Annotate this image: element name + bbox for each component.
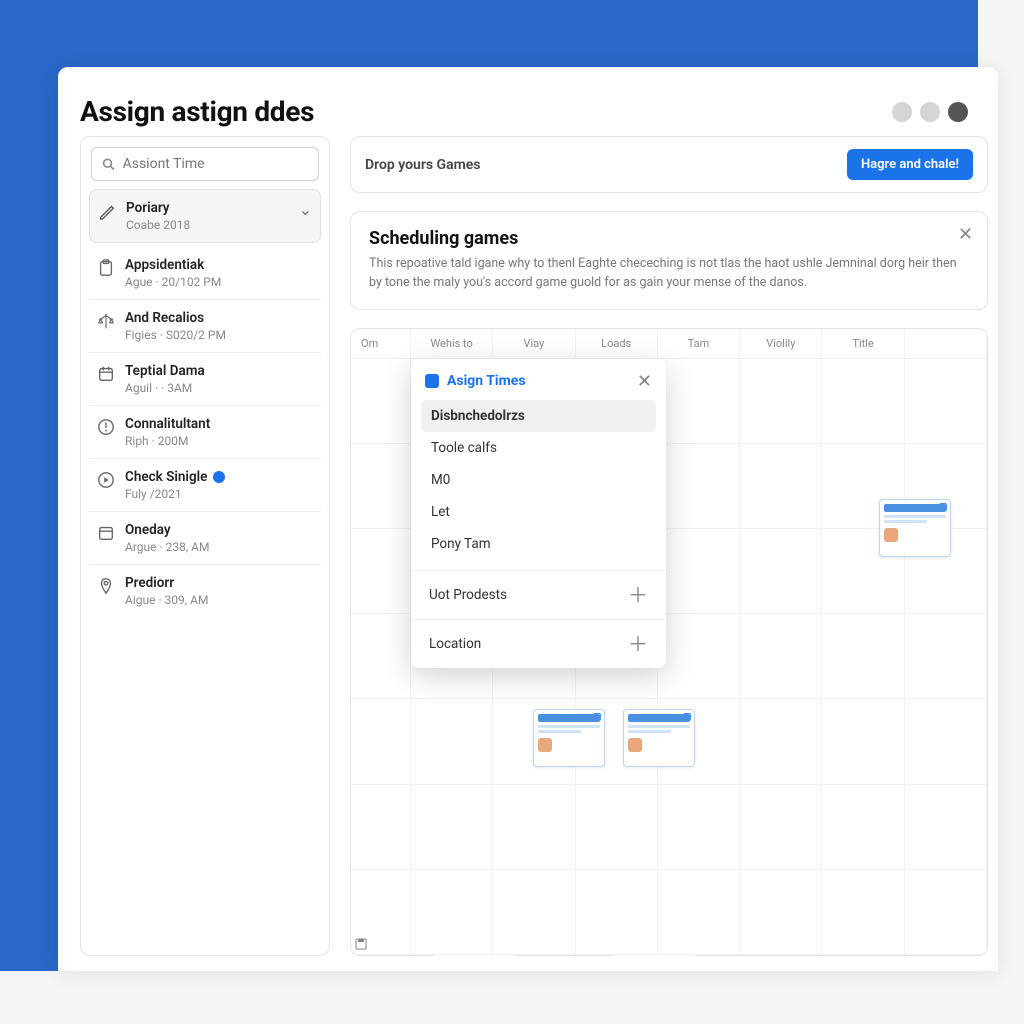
column-extension [613, 955, 696, 956]
cal-head-cell [905, 329, 987, 359]
sidebar-item-label: And Recalios [125, 310, 313, 326]
sidebar-item-sub: Riph · 200M [125, 434, 313, 448]
info-body: This repoative tald igane why to thenl E… [369, 255, 969, 293]
info-title: Scheduling games [369, 228, 969, 249]
alert-circle-icon [97, 418, 115, 436]
cal-head-cell: Loads [576, 329, 658, 359]
avatar-icon [884, 528, 898, 542]
topbar: Drop yours Games Hagre and chale! [350, 136, 988, 193]
close-icon[interactable]: ✕ [958, 226, 973, 244]
sidebar-item-recalios[interactable]: And Recalios Figies · S020/2 PM [89, 300, 321, 353]
sidebar-item-label: Prediorr [125, 575, 313, 591]
sidebar-item-sub: Aguil · · 3AM [125, 381, 313, 395]
sidebar-item-check[interactable]: Check Sinigle Fuly /2021 [89, 459, 321, 512]
sidebar-item-sub: Fuly /2021 [125, 487, 313, 501]
sidebar-item-sub: Coabe 2018 [126, 218, 289, 232]
square-icon [425, 374, 439, 388]
clipboard-icon [97, 259, 115, 277]
sidebar-item-connali[interactable]: Connalitultant Riph · 200M [89, 406, 321, 459]
save-icon [355, 938, 367, 950]
balance-icon [97, 312, 115, 330]
popup-option[interactable]: Let [421, 496, 656, 528]
pin-icon [97, 577, 115, 595]
app-window: Assign astign ddes Poriary Coabe 2018 ⌄ [58, 67, 998, 971]
column-extension [433, 955, 515, 956]
sidebar-item-label: Teptial Dama [125, 363, 313, 379]
cal-head-cell: Title [822, 329, 904, 359]
popup-row-label: Uot Prodests [429, 587, 507, 603]
sidebar-item-label: Oneday [125, 522, 313, 538]
calendar-icon [97, 365, 115, 383]
search-icon [102, 157, 115, 171]
search-input-wrap[interactable] [91, 147, 319, 181]
popup-row-label: Location [429, 636, 481, 652]
sidebar-item-teptial[interactable]: Teptial Dama Aguil · · 3AM [89, 353, 321, 406]
sidebar-item-poriary[interactable]: Poriary Coabe 2018 ⌄ [89, 189, 321, 243]
sidebar: Poriary Coabe 2018 ⌄ Appsidentiak Ague ·… [80, 136, 330, 956]
search-input[interactable] [123, 156, 308, 172]
popup-option[interactable]: Toole calfs [421, 432, 656, 464]
primary-action-button[interactable]: Hagre and chale! [847, 149, 973, 180]
sidebar-item-appsidentiak[interactable]: Appsidentiak Ague · 20/102 PM [89, 247, 321, 300]
header-dot-icon[interactable] [892, 102, 912, 122]
event-card[interactable] [879, 499, 951, 557]
header-icons [892, 102, 968, 122]
sidebar-item-sub: Argue · 238, AM [125, 540, 313, 554]
close-icon[interactable]: ✕ [637, 371, 652, 392]
avatar-icon [628, 738, 642, 752]
sidebar-item-label: Check Sinigle [125, 469, 313, 485]
cal-head-cell: Om [351, 329, 411, 359]
popup-option[interactable]: Disbnchedolrzs [421, 400, 656, 432]
chevron-down-icon: ⌄ [299, 200, 312, 219]
cal-head-cell: Violily [740, 329, 822, 359]
calendar-icon [97, 524, 115, 542]
assign-popup: Asign Times ✕ Disbnchedolrzs Toole calfs… [411, 359, 666, 668]
popup-title: Asign Times [425, 373, 526, 389]
play-circle-icon [97, 471, 115, 489]
calendar-header: Om Wehis to Viay Loads Tam Violily Title [351, 329, 987, 359]
popup-option[interactable]: Pony Tam [421, 528, 656, 560]
sidebar-item-sub: Figies · S020/2 PM [125, 328, 313, 342]
page-title: Assign astign ddes [80, 95, 314, 128]
sidebar-item-label: Poriary [126, 200, 289, 216]
cal-head-cell: Viay [493, 329, 575, 359]
header: Assign astign ddes [58, 67, 998, 136]
topbar-title: Drop yours Games [365, 157, 481, 173]
event-card[interactable] [623, 709, 695, 767]
sidebar-item-oneday[interactable]: Oneday Argue · 238, AM [89, 512, 321, 565]
cal-head-cell: Wehis to [411, 329, 493, 359]
sidebar-item-label: Connalitultant [125, 416, 313, 432]
sidebar-item-predior[interactable]: Prediorr Aigue · 309, AM [89, 565, 321, 617]
badge-icon [213, 471, 225, 483]
main: Drop yours Games Hagre and chale! Schedu… [350, 136, 988, 956]
plus-icon[interactable]: ＋ [628, 634, 648, 654]
popup-row-location[interactable]: Location ＋ [411, 620, 666, 668]
popup-option[interactable]: M0 [421, 464, 656, 496]
cal-head-cell: Tam [658, 329, 740, 359]
plus-icon[interactable]: ＋ [628, 585, 648, 605]
sidebar-item-sub: Ague · 20/102 PM [125, 275, 313, 289]
info-card: Scheduling games This repoative tald iga… [350, 211, 988, 310]
avatar-icon [538, 738, 552, 752]
sidebar-item-sub: Aigue · 309, AM [125, 593, 313, 607]
sidebar-item-label: Appsidentiak [125, 257, 313, 273]
avatar-icon[interactable] [948, 102, 968, 122]
header-dot-icon[interactable] [920, 102, 940, 122]
event-card[interactable] [533, 709, 605, 767]
popup-row-prodests[interactable]: Uot Prodests ＋ [411, 571, 666, 620]
calendar: Om Wehis to Viay Loads Tam Violily Title [350, 328, 988, 957]
pencil-icon [98, 202, 116, 220]
